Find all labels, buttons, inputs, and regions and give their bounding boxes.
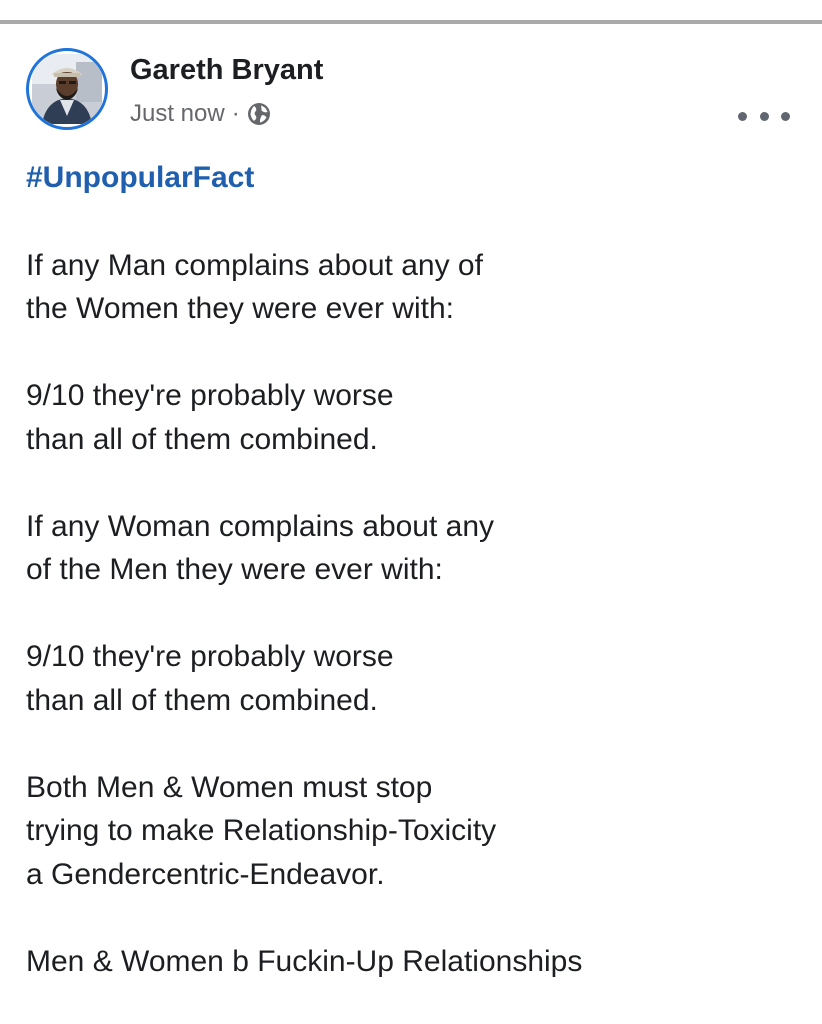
post-paragraph: 9/10 they're probably worse than all of … xyxy=(26,374,806,461)
post-body: #UnpopularFact If any Man complains abou… xyxy=(26,156,806,983)
post-text-line: than all of them combined. xyxy=(26,422,378,456)
hashtag-link[interactable]: #UnpopularFact xyxy=(26,156,806,200)
post-text-line: If any Man complains about any of xyxy=(26,248,483,282)
post-timestamp[interactable]: Just now xyxy=(130,100,225,128)
top-divider xyxy=(0,20,822,24)
post-paragraph: Both Men & Women must stop trying to mak… xyxy=(26,766,806,897)
more-options-button[interactable] xyxy=(738,102,790,130)
post-paragraph: Men & Women b Fuckin-Up Relationships xyxy=(26,940,806,984)
post-text-line: a Gendercentric-Endeavor. xyxy=(26,857,385,891)
author-name[interactable]: Gareth Bryant xyxy=(130,54,323,87)
post-paragraph: 9/10 they're probably worse than all of … xyxy=(26,635,806,722)
globe-icon[interactable] xyxy=(247,102,271,126)
post-text-line: of the Men they were ever with: xyxy=(26,553,443,586)
post-text-line: Both Men & Women must stop xyxy=(26,770,433,804)
post-text-line: 9/10 they're probably worse xyxy=(26,640,394,673)
post-text-line: trying to make Relationship-Toxicity xyxy=(26,814,497,847)
post-text-line: Men & Women b Fuckin-Up Relationships xyxy=(26,944,583,978)
post-text-line: 9/10 they're probably worse xyxy=(26,379,394,412)
avatar[interactable] xyxy=(26,48,108,130)
post-paragraph: If any Man complains about any of the Wo… xyxy=(26,244,806,331)
more-options-dot xyxy=(738,111,747,121)
post-paragraph: If any Woman complains about any of the … xyxy=(26,505,806,592)
post-header: Gareth Bryant Just now · xyxy=(26,48,806,144)
post-text-line: If any Woman complains about any xyxy=(26,509,495,543)
profile-photo xyxy=(32,54,102,124)
post-meta: Just now · xyxy=(130,100,271,128)
meta-separator: · xyxy=(231,100,240,127)
post-text-line: the Women they were ever with: xyxy=(26,292,454,325)
more-options-dot xyxy=(759,111,769,121)
more-options-dot xyxy=(781,111,790,121)
post-text-line: than all of them combined. xyxy=(26,683,378,717)
